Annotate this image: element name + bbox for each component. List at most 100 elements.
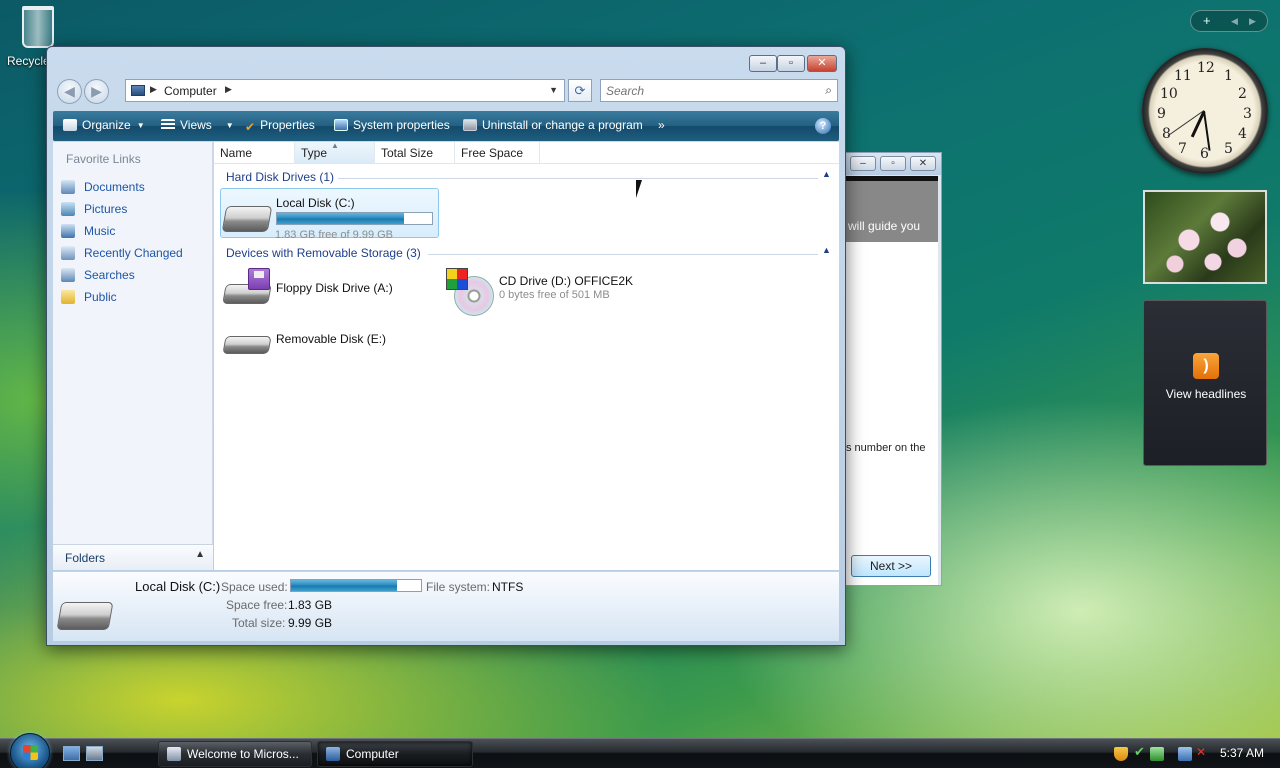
pictures-icon: [61, 202, 75, 216]
update-icon[interactable]: [1150, 747, 1164, 761]
gadget-prev-button[interactable]: ◀: [1231, 16, 1238, 27]
trash-can-icon: [22, 6, 54, 48]
wizard-minimize-button[interactable]: –: [850, 156, 876, 171]
computer-explorer-window[interactable]: – ▫ ✕ ◀ ▶ ▶ Computer ▶ ▼ ⟳ ⌕ Organize ▼ V…: [46, 46, 846, 646]
music-icon: [61, 224, 75, 238]
maximize-button[interactable]: ▫: [777, 55, 805, 72]
checkmark-icon[interactable]: ✔: [1134, 744, 1148, 759]
column-headers: Name ▲ Type Total Size Free Space: [214, 141, 839, 164]
searches-icon: [61, 268, 75, 282]
folders-toggle[interactable]: Folders ▲: [53, 544, 213, 570]
clock-number: 11: [1174, 68, 1192, 84]
monitor-icon: [334, 119, 348, 131]
back-button[interactable]: ◀: [57, 79, 82, 104]
wizard-instruction-text: s number on the: [846, 442, 926, 454]
refresh-button[interactable]: ⟳: [568, 79, 592, 102]
collapse-icon[interactable]: ▲: [822, 169, 831, 179]
search-input[interactable]: [601, 80, 801, 101]
favorite-link-label: Searches: [84, 268, 135, 282]
clock-number: 4: [1238, 126, 1247, 142]
favorite-link-label: Recently Changed: [84, 246, 183, 260]
rss-icon: ): [1193, 353, 1219, 379]
show-desktop-icon[interactable]: [63, 746, 80, 761]
column-type[interactable]: ▲ Type: [295, 141, 375, 164]
welcome-wizard-window[interactable]: – ▫ ✕ will guide you s number on the Nex…: [845, 152, 942, 586]
slideshow-gadget[interactable]: [1143, 190, 1267, 284]
clock-number: 12: [1197, 60, 1215, 76]
view-headlines-label[interactable]: View headlines: [1144, 387, 1268, 401]
minimize-button[interactable]: –: [749, 55, 777, 72]
column-name[interactable]: Name: [214, 142, 295, 164]
favorite-link-label: Public: [84, 290, 117, 304]
checkmark-icon: ✔: [245, 120, 256, 134]
views-icon: [161, 119, 175, 131]
collapse-icon[interactable]: ▲: [822, 245, 831, 255]
details-title: Local Disk (C:): [135, 579, 221, 594]
breadcrumb-computer[interactable]: Computer: [164, 84, 217, 98]
favorite-link-music[interactable]: Music: [61, 224, 115, 244]
mouse-cursor-icon: [636, 180, 648, 198]
close-button[interactable]: ✕: [807, 55, 837, 72]
navigation-bar: ◀ ▶ ▶ Computer ▶ ▼ ⟳ ⌕: [55, 77, 839, 107]
wizard-title-bar[interactable]: – ▫ ✕: [846, 153, 941, 175]
search-box: ⌕: [600, 79, 838, 102]
drive-free-text: 0 bytes free of 501 MB: [499, 289, 610, 301]
folder-icon: [61, 290, 75, 304]
task-label: Computer: [346, 747, 399, 761]
file-system-label: File system:: [426, 580, 491, 594]
wizard-maximize-button[interactable]: ▫: [880, 156, 906, 171]
more-commands-button[interactable]: »: [658, 118, 665, 132]
help-icon[interactable]: ?: [815, 118, 831, 134]
security-shield-icon[interactable]: [1114, 747, 1128, 761]
switch-windows-icon[interactable]: [86, 746, 103, 761]
favorite-links-header: Favorite Links: [66, 152, 141, 166]
add-gadget-button[interactable]: +: [1203, 13, 1211, 28]
favorite-link-searches[interactable]: Searches: [61, 268, 135, 288]
properties-button[interactable]: ✔ Properties: [245, 118, 315, 134]
drive-name: Local Disk (C:): [276, 196, 355, 210]
computer-icon: [326, 747, 340, 761]
next-button[interactable]: Next >>: [851, 555, 931, 577]
breadcrumb-arrow-icon[interactable]: ▶: [225, 84, 232, 95]
total-size-label: Total size:: [232, 616, 286, 630]
feed-headlines-gadget[interactable]: ) View headlines: [1143, 300, 1267, 466]
search-icon[interactable]: ⌕: [825, 83, 832, 98]
organize-button[interactable]: Organize ▼: [63, 118, 145, 132]
start-button[interactable]: [10, 733, 50, 768]
column-free-space[interactable]: Free Space: [455, 142, 540, 164]
favorite-link-label: Music: [84, 224, 116, 238]
command-bar: Organize ▼ Views ▼ ✔ Properties System prop…: [53, 111, 839, 141]
volume-muted-icon[interactable]: ✕: [1196, 745, 1210, 759]
address-bar[interactable]: ▶ Computer ▶ ▼: [125, 79, 565, 102]
organize-icon: [63, 119, 77, 131]
system-properties-button[interactable]: System properties: [334, 118, 450, 132]
clock-gadget[interactable]: 12 1 2 3 4 5 6 7 8 9 10 11: [1142, 48, 1268, 174]
taskbar-computer-window[interactable]: Computer: [317, 741, 473, 767]
group-removable-storage[interactable]: Devices with Removable Storage (3) ▲: [226, 245, 834, 262]
network-icon[interactable]: [1178, 747, 1192, 761]
floppy-disk-icon: [248, 268, 270, 290]
favorite-link-pictures[interactable]: Pictures: [61, 202, 127, 222]
clock-number: 5: [1224, 141, 1233, 157]
programs-icon: [463, 119, 477, 131]
wizard-header-band: will guide you: [846, 176, 938, 242]
recently-changed-icon: [61, 246, 75, 260]
favorite-link-public[interactable]: Public: [61, 290, 117, 310]
taskbar: Welcome to Micros... Computer ✔ ✕ 5:37 A…: [0, 733, 1280, 768]
uninstall-program-button[interactable]: Uninstall or change a program: [463, 118, 643, 132]
views-button[interactable]: Views ▼: [161, 118, 234, 132]
group-hard-disk-drives[interactable]: Hard Disk Drives (1) ▲: [226, 169, 834, 186]
address-dropdown-icon[interactable]: ▼: [549, 85, 558, 95]
column-total-size[interactable]: Total Size: [375, 142, 455, 164]
favorite-link-recently-changed[interactable]: Recently Changed: [61, 246, 183, 266]
drive-name: CD Drive (D:) OFFICE2K: [499, 274, 634, 288]
wizard-close-button[interactable]: ✕: [910, 156, 936, 171]
favorite-link-documents[interactable]: Documents: [61, 180, 145, 200]
wizard-client-area: will guide you s number on the Next >>: [846, 176, 938, 585]
forward-button[interactable]: ▶: [84, 79, 109, 104]
hard-drive-icon: [221, 206, 273, 232]
gadget-next-button[interactable]: ▶: [1249, 16, 1256, 27]
taskbar-welcome-window[interactable]: Welcome to Micros...: [158, 741, 312, 767]
taskbar-clock[interactable]: 5:37 AM: [1220, 746, 1264, 760]
breadcrumb-arrow-icon[interactable]: ▶: [150, 84, 157, 95]
